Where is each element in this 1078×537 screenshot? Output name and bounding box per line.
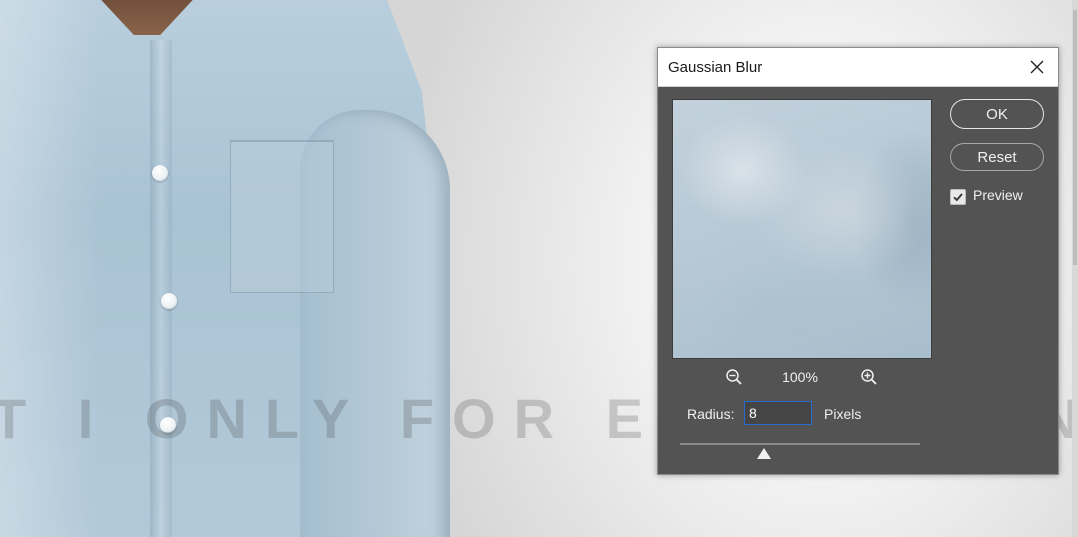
reset-button[interactable]: Reset [950,143,1044,171]
close-icon[interactable] [1026,56,1048,78]
blur-preview-window[interactable] [672,99,932,359]
scrollbar-thumb[interactable] [1073,10,1077,265]
dialog-title: Gaussian Blur [668,59,763,76]
unit-label: Pixels [824,406,862,422]
radius-input[interactable] [744,401,812,425]
checkmark-icon [953,193,963,202]
shirt-button [161,293,177,309]
gaussian-blur-dialog: Gaussian Blur 100% Radius: Pixels OK Res… [657,47,1059,475]
zoom-in-icon[interactable] [860,368,878,386]
shirt-placket [150,40,172,537]
shirt-button [152,165,168,181]
radius-slider-thumb[interactable] [757,448,771,459]
watermark-text: T I ONLY FOR EDUCATION [0,387,1078,450]
radius-label: Radius: [687,406,735,422]
close-icon-glyph [1030,60,1044,74]
preview-checkbox[interactable] [950,189,966,205]
radius-slider-track[interactable] [680,443,920,445]
zoom-level: 100% [782,369,818,385]
preview-label[interactable]: Preview [973,187,1023,203]
ok-button[interactable]: OK [950,99,1044,129]
zoom-out-icon[interactable] [725,368,743,386]
shirt-pocket [230,140,334,293]
dialog-titlebar[interactable]: Gaussian Blur [658,48,1058,87]
